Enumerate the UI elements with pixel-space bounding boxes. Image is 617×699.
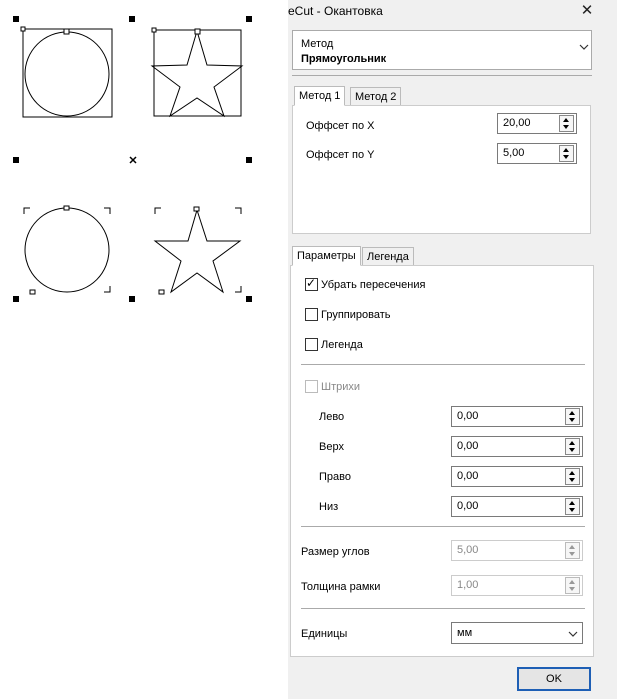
units-select[interactable]: мм	[451, 622, 583, 644]
center-cross-icon[interactable]	[129, 156, 137, 164]
divider	[301, 608, 585, 609]
offset-y-label: Оффсет по Y	[306, 149, 375, 161]
divider	[301, 526, 585, 527]
star-with-frame[interactable]	[150, 27, 244, 118]
shapes-preview	[13, 16, 252, 302]
strokes-label: Штрихи	[321, 381, 361, 393]
left-spinbox[interactable]: 0,00	[451, 406, 583, 427]
group-checkbox[interactable]	[305, 308, 318, 321]
units-label: Единицы	[301, 628, 348, 640]
method-panel: Оффсет по X 20,00 Оффсет по Y 5,00	[292, 105, 591, 234]
divider	[301, 364, 585, 365]
close-icon: ✕	[580, 2, 594, 19]
legend-checkbox[interactable]	[305, 338, 318, 351]
ok-button[interactable]: OK	[517, 667, 591, 691]
bottom-spinbox[interactable]: 0,00	[451, 496, 583, 517]
top-spinbox[interactable]: 0,00	[451, 436, 583, 457]
corner-size-label: Размер углов	[301, 546, 370, 558]
remove-intersections-checkbox[interactable]: ✓	[305, 276, 318, 291]
tab-method-2-label: Метод 2	[355, 91, 397, 103]
tab-legend[interactable]: Легенда	[362, 247, 414, 267]
corner-size-value: 5,00	[457, 544, 479, 556]
canvas-preview[interactable]	[0, 0, 288, 699]
remove-intersections-label: Убрать пересечения	[321, 279, 426, 291]
spin-arrows-icon[interactable]	[565, 577, 580, 594]
bottom-label: Низ	[319, 501, 339, 513]
method-dropdown[interactable]: Метод Прямоугольник	[292, 30, 592, 70]
units-value: мм	[457, 627, 473, 639]
params-panel: ✓ Убрать пересечения Группировать Легенд…	[290, 265, 594, 657]
top-label: Верх	[319, 441, 344, 453]
okantovka-dialog: eCut - Окантовка ✕ Метод Прямоугольник М…	[288, 0, 617, 699]
star-with-corners[interactable]	[153, 206, 242, 295]
left-label: Лево	[319, 411, 345, 423]
check-icon: ✓	[306, 276, 317, 290]
offset-y-spinbox[interactable]: 5,00	[497, 143, 577, 164]
spin-arrows-icon[interactable]	[565, 438, 580, 455]
bottom-value: 0,00	[457, 500, 479, 512]
corner-size-spinbox[interactable]: 5,00	[451, 540, 583, 561]
tab-params-label: Параметры	[297, 250, 356, 262]
method-label: Метод	[301, 38, 334, 50]
spin-arrows-icon[interactable]	[565, 542, 580, 559]
right-spinbox[interactable]: 0,00	[451, 466, 583, 487]
tab-params[interactable]: Параметры	[292, 246, 361, 266]
window-title: eCut - Окантовка	[288, 4, 383, 18]
offset-x-spinbox[interactable]: 20,00	[497, 113, 577, 134]
spin-arrows-icon[interactable]	[559, 115, 574, 132]
spin-arrows-icon[interactable]	[565, 498, 580, 515]
frame-thickness-value: 1,00	[457, 579, 479, 591]
method-value: Прямоугольник	[301, 53, 387, 65]
offset-y-value: 5,00	[503, 147, 525, 159]
tab-method-1-label: Метод 1	[299, 90, 341, 102]
divider	[292, 75, 592, 76]
frame-thickness-spinbox[interactable]: 1,00	[451, 575, 583, 596]
left-value: 0,00	[457, 410, 479, 422]
top-value: 0,00	[457, 440, 479, 452]
offset-x-label: Оффсет по X	[306, 120, 375, 132]
legend-label: Легенда	[321, 339, 363, 351]
spin-arrows-icon[interactable]	[565, 408, 580, 425]
spin-arrows-icon[interactable]	[559, 145, 574, 162]
spin-arrows-icon[interactable]	[565, 468, 580, 485]
chevron-down-icon	[579, 42, 589, 54]
chevron-down-icon	[568, 629, 578, 641]
right-label: Право	[319, 471, 351, 483]
frame-thickness-label: Толщина рамки	[301, 581, 381, 593]
close-button[interactable]: ✕	[576, 0, 598, 22]
right-value: 0,00	[457, 470, 479, 482]
group-label: Группировать	[321, 309, 391, 321]
tab-legend-label: Легенда	[367, 251, 409, 263]
circle-with-frame[interactable]	[20, 26, 113, 118]
strokes-checkbox[interactable]	[305, 380, 318, 393]
tab-method-2[interactable]: Метод 2	[350, 87, 402, 107]
circle-with-corners[interactable]	[23, 205, 111, 295]
offset-x-value: 20,00	[503, 117, 531, 129]
tab-method-1[interactable]: Метод 1	[294, 86, 346, 106]
